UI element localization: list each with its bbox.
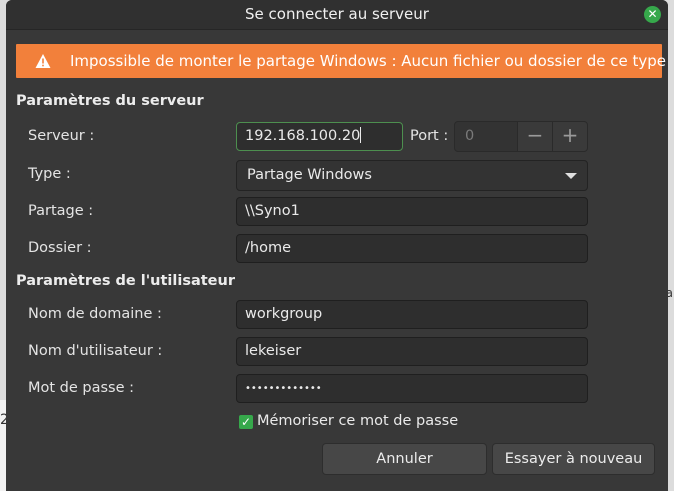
error-banner: Impossible de monter le partage Windows … [16, 44, 666, 78]
port-label: Port : [410, 128, 449, 144]
remember-password-checkbox[interactable]: ✓ [239, 415, 253, 429]
remember-password-label[interactable]: Mémoriser ce mot de passe [257, 413, 458, 429]
retry-button[interactable]: Essayer à nouveau [492, 443, 655, 475]
share-label: Partage : [28, 203, 94, 219]
share-input[interactable]: \\Syno1 [236, 197, 588, 226]
type-value: Partage Windows [247, 167, 372, 183]
domain-input[interactable]: workgroup [236, 300, 588, 329]
titlebar: Se connecter au serveur ✕ [6, 0, 668, 30]
server-input[interactable]: 192.168.100.20 [236, 122, 403, 151]
connect-server-dialog: Se connecter au serveur ✕ Impossible de … [6, 0, 668, 491]
close-button[interactable]: ✕ [644, 6, 661, 23]
cancel-button[interactable]: Annuler [322, 443, 487, 475]
username-input[interactable]: lekeiser [236, 337, 588, 366]
chevron-down-icon [565, 173, 577, 179]
port-input[interactable]: 0 [454, 121, 518, 152]
check-icon: ✓ [240, 415, 252, 429]
close-icon: ✕ [647, 7, 658, 21]
domain-label: Nom de domaine : [28, 306, 162, 322]
user-settings-heading: Paramètres de l'utilisateur [16, 273, 235, 289]
plus-icon: + [561, 123, 579, 147]
username-label: Nom d'utilisateur : [28, 343, 163, 359]
folder-label: Dossier : [28, 240, 92, 256]
text-cursor [360, 127, 362, 143]
password-label: Mot de passe : [28, 380, 135, 396]
port-increment-button[interactable]: + [552, 121, 588, 152]
server-value: 192.168.100.20 [245, 128, 361, 144]
password-input[interactable]: ••••••••••••• [236, 374, 588, 403]
window-title: Se connecter au serveur [245, 5, 429, 23]
type-dropdown[interactable]: Partage Windows [236, 160, 588, 191]
server-settings-heading: Paramètres du serveur [16, 93, 204, 109]
type-label: Type : [28, 166, 71, 182]
server-label: Serveur : [28, 128, 95, 144]
warning-icon [35, 54, 51, 68]
error-message: Impossible de monter le partage Windows … [70, 52, 666, 70]
folder-input[interactable]: /home [236, 234, 588, 263]
port-decrement-button[interactable]: − [517, 121, 553, 152]
minus-icon: − [526, 123, 544, 147]
